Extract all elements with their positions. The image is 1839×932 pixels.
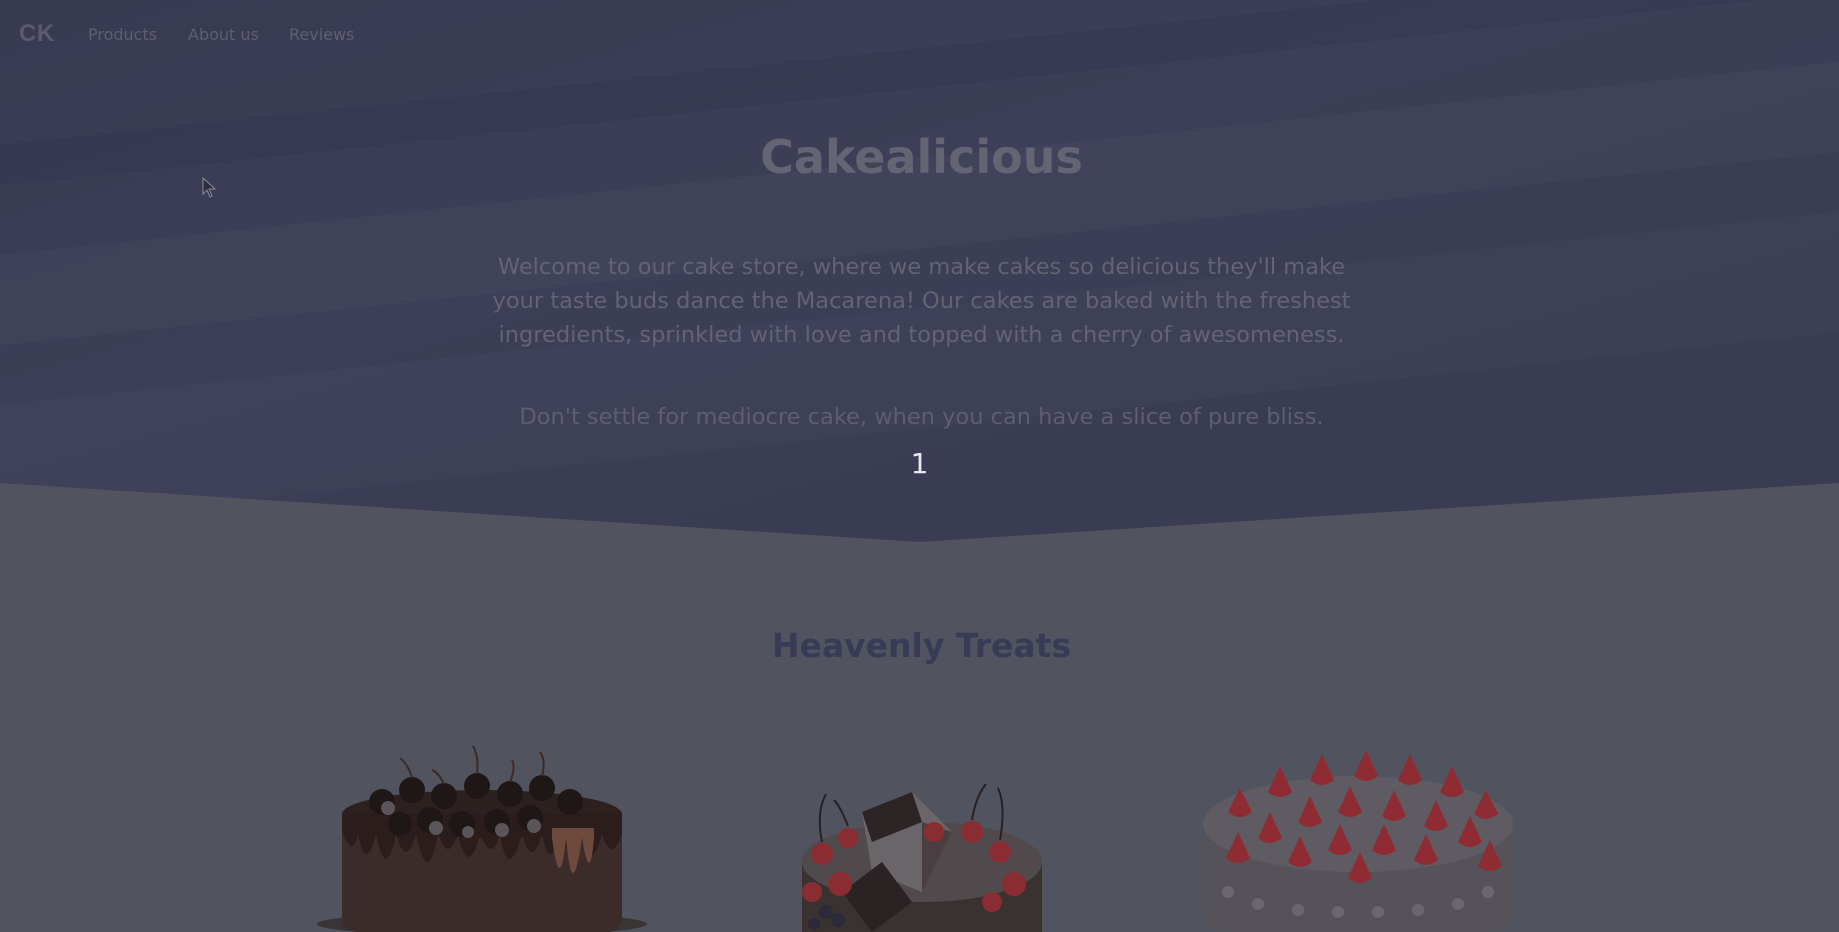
hero-tagline: Don't settle for mediocre cake, when you… [519,404,1324,430]
top-navigation: CK Products About us Reviews [0,0,1839,70]
nav-link-about-us[interactable]: About us [188,25,259,44]
site-logo[interactable]: CK [19,20,55,48]
hero-background-streak [0,175,1839,542]
nav-link-products[interactable]: Products [88,25,157,44]
mouse-cursor-icon [202,177,217,198]
chocolate-drip-cake-image[interactable] [312,742,652,932]
hero-description: Welcome to our cake store, where we make… [492,254,1351,348]
black-forest-cake-image[interactable] [752,742,1092,932]
hero-title: Cakealicious [760,130,1083,184]
section-title: Heavenly Treats [771,626,1072,665]
hero-counter: 1 [910,447,929,480]
nav-link-reviews[interactable]: Reviews [289,25,354,44]
strawberry-cream-cake-image[interactable] [1188,742,1528,932]
